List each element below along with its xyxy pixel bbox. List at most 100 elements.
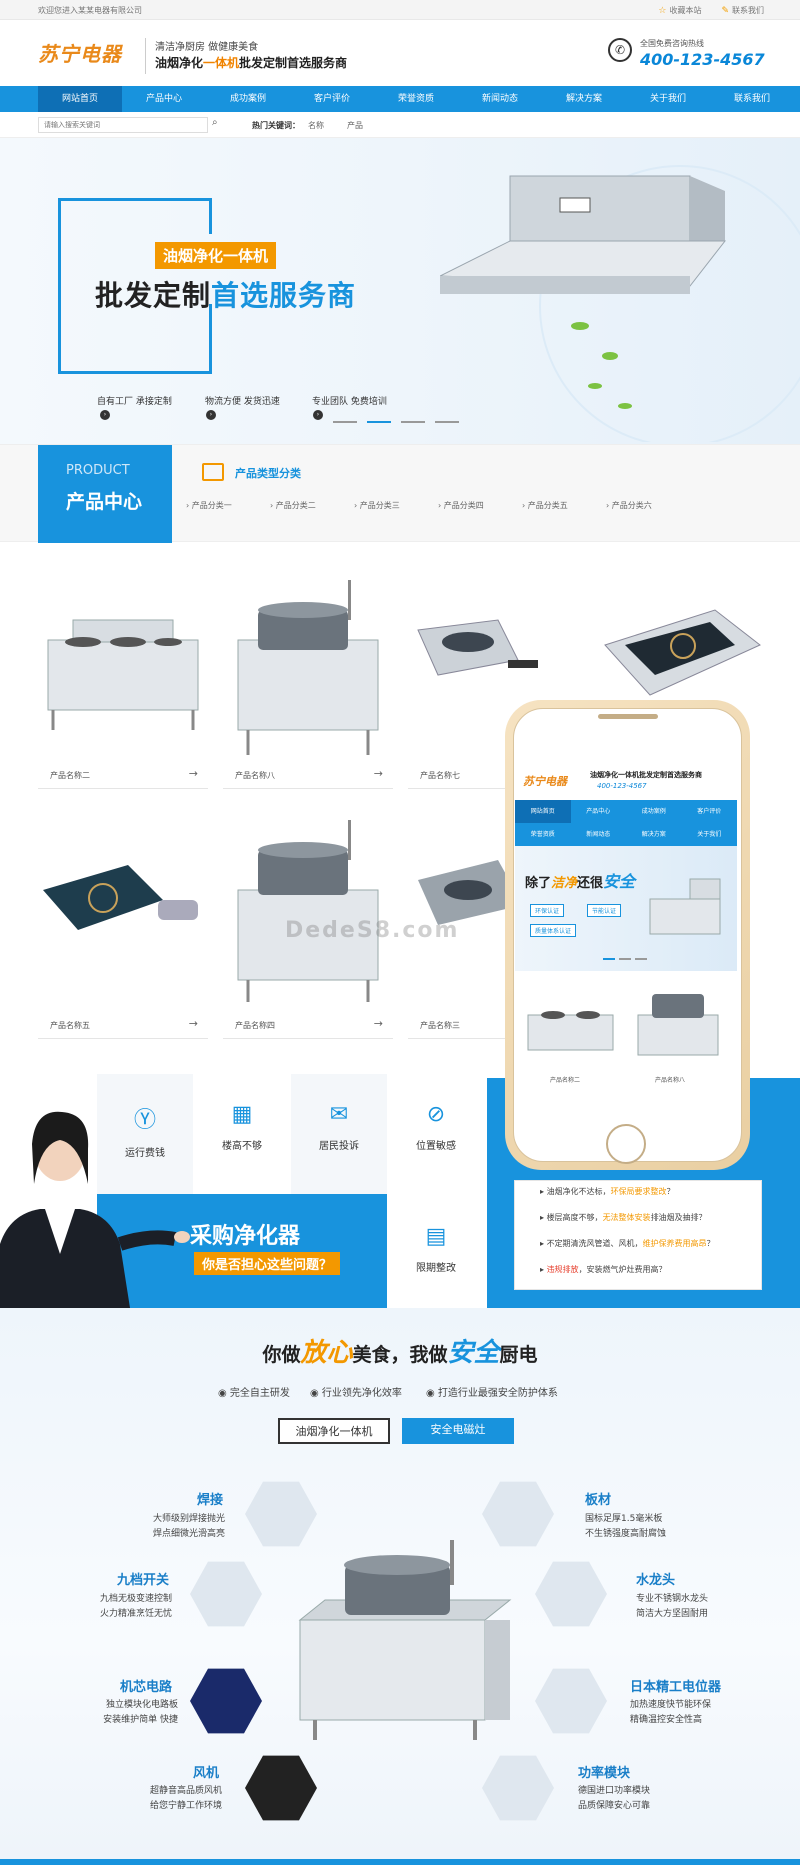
arrow-icon: › [100, 410, 110, 420]
features-subtitle: ◉ 打造行业最强安全防护体系 [426, 1388, 558, 1399]
mobile-logo: 苏宁电器 [523, 775, 567, 788]
nav-home[interactable]: 网站首页 [38, 86, 122, 112]
mobile-nav-item[interactable]: 荣誉资质 [515, 823, 571, 846]
tab-induction[interactable]: 安全电磁灶 [402, 1418, 514, 1444]
mobile-screen: 苏宁电器 油烟净化一体机批发定制首选服务商 400-123-4567 网站首页产… [515, 740, 737, 1125]
product-name: 产品名称四 [235, 1021, 275, 1030]
arrow-right-icon: → [373, 767, 383, 780]
nav-products[interactable]: 产品中心 [122, 86, 206, 112]
hot-keywords-label: 热门关键词： [252, 121, 300, 130]
mobile-nav: 网站首页 产品中心 成功案例 客户评价 荣誉资质 新闻动态 解决方案 关于我们 [515, 800, 737, 846]
slider-dot[interactable] [367, 421, 391, 423]
hotline-label: 全国免费咨询热线 [640, 39, 704, 48]
category-link[interactable]: › 产品分类五 [522, 500, 568, 511]
feature-desc: 国标足厚1.5毫米板 不生锈强度高耐腐蚀 [585, 1514, 667, 1539]
product-center-box[interactable]: PRODUCT 产品中心 [38, 445, 172, 543]
feature-title: 机芯电路 [120, 1680, 173, 1695]
product-name: 产品名称七 [420, 771, 460, 780]
category-icon [202, 463, 224, 481]
feature-title: 九档开关 [117, 1573, 170, 1588]
slider-dot[interactable] [435, 421, 459, 423]
mobile-nav-item[interactable]: 关于我们 [682, 823, 738, 846]
category-link[interactable]: › 产品分类四 [438, 500, 484, 511]
search-input[interactable] [38, 117, 208, 133]
mobile-banner: 除了洁净还很安全 环保认证 节能认证 质量体系认证 [515, 846, 737, 971]
nav-honors[interactable]: 荣誉资质 [374, 86, 458, 112]
mobile-nav-item[interactable]: 网站首页 [515, 800, 571, 823]
product-card[interactable]: 产品名称五 → [38, 810, 208, 1050]
why-item: ▤ 限期整改 [388, 1194, 484, 1308]
tab-purifier[interactable]: 油烟净化一体机 [278, 1418, 390, 1444]
hot-keyword[interactable]: 名称 [308, 120, 324, 131]
feature-desc: 独立模块化电路板 安装维护简单 快捷 [103, 1700, 178, 1725]
feature-desc: 专业不锈钢水龙头 简洁大方坚固耐用 [636, 1594, 709, 1619]
product-card[interactable]: 产品名称二 → [38, 560, 208, 800]
arrow-right-icon: → [188, 1017, 198, 1030]
welcome-text: 欢迎您进入某某电器有限公司 [38, 6, 142, 15]
mobile-nav-item[interactable]: 新闻动态 [571, 823, 627, 846]
product-name: 产品名称五 [50, 1021, 90, 1030]
feature-desc: 超静音高品质风机 给您宁静工作环境 [149, 1786, 222, 1811]
product-image [43, 865, 198, 930]
mobile-product-image [527, 1011, 614, 1051]
arrow-icon: › [313, 410, 323, 420]
mobile-nav-item[interactable]: 产品中心 [571, 800, 627, 823]
question-item: ▸ 楼层高度不够，无法整体安装排油烟及抽排？ [540, 1213, 707, 1222]
banner-title: 批发定制首选服务商 [95, 279, 357, 312]
feature-title: 焊接 [197, 1493, 224, 1508]
mobile-badge: 质量体系认证 [530, 924, 577, 937]
favorite-link[interactable]: ☆ 收藏本站 [658, 5, 701, 16]
slider-dot[interactable] [333, 421, 357, 423]
nav-solutions[interactable]: 解决方案 [542, 86, 626, 112]
feature-title: 功率模块 [578, 1766, 631, 1781]
slider-dot[interactable] [401, 421, 425, 423]
mobile-badge: 节能认证 [587, 904, 622, 917]
mobile-nav-item[interactable]: 客户评价 [682, 800, 738, 823]
why-heading: 采购净化器 [190, 1224, 301, 1249]
clipboard-icon: ▤ [425, 1224, 447, 1249]
search-icon[interactable]: ⌕ [212, 117, 230, 133]
mobile-nav-item[interactable]: 解决方案 [626, 823, 682, 846]
nav-reviews[interactable]: 客户评价 [290, 86, 374, 112]
features-subtitle: ◉ 行业领先净化效率 [310, 1388, 402, 1399]
question-item: ▸ 违规排放，安装燃气炉灶费用高？ [540, 1265, 667, 1274]
phone-speaker [598, 714, 658, 719]
tagline: 清洁净厨房 做健康美食 [155, 42, 259, 53]
arrow-icon: › [206, 410, 216, 420]
category-link[interactable]: › 产品分类六 [606, 500, 652, 511]
feature-title: 板材 [585, 1493, 612, 1508]
nav-about[interactable]: 关于我们 [626, 86, 710, 112]
nav-cases[interactable]: 成功案例 [206, 86, 290, 112]
hot-keyword[interactable]: 产品 [347, 120, 363, 131]
slogan: 油烟净化一体机批发定制首选服务商 [155, 56, 348, 70]
hero-banner: 油烟净化一体机 批发定制首选服务商 自有工厂 承接定制 物流方便 发货迅速 专业… [0, 138, 800, 444]
banner-feature: 自有工厂 承接定制 [97, 397, 172, 407]
mobile-hotline: 400-123-4567 [597, 782, 647, 790]
mail-icon: ✉ [329, 1102, 349, 1127]
feature-title: 日本精工电位器 [630, 1680, 722, 1695]
site-logo[interactable]: 苏宁电器 [38, 38, 122, 67]
category-link[interactable]: › 产品分类一 [186, 500, 232, 511]
mobile-product-name: 产品名称二 [550, 1077, 581, 1084]
feature-desc: 德国进口功率模块 品质保障安心可靠 [578, 1786, 651, 1811]
star-icon: ☆ [658, 5, 667, 16]
mobile-badge: 环保认证 [530, 904, 565, 917]
site-header: 苏宁电器 清洁净厨房 做健康美食 油烟净化一体机批发定制首选服务商 ✆ 全国免费… [0, 20, 800, 86]
banner-feature: 专业团队 免费培训 [312, 397, 387, 407]
feature-product-image [298, 1540, 512, 1740]
nav-contact[interactable]: 联系我们 [710, 86, 794, 112]
question-item: ▸ 不定期清洗风管道、风机，维护保养费用高昂？ [540, 1239, 715, 1248]
arrow-right-icon: → [188, 767, 198, 780]
feature-desc: 九档无极变速控制 火力精准烹饪无忧 [99, 1594, 172, 1619]
category-link[interactable]: › 产品分类二 [270, 500, 316, 511]
bottom-bar [0, 1859, 800, 1865]
contact-link[interactable]: ✎ 联系我们 [721, 5, 764, 16]
home-button [606, 1124, 646, 1164]
mobile-nav-item[interactable]: 成功案例 [626, 800, 682, 823]
compass-icon: ⊘ [426, 1102, 446, 1127]
nav-news[interactable]: 新闻动态 [458, 86, 542, 112]
phone-icon: ✆ [608, 38, 632, 62]
category-link[interactable]: › 产品分类三 [354, 500, 400, 511]
why-question: 你是否担心这些问题？ [194, 1252, 341, 1275]
product-card[interactable]: 产品名称八 → [223, 560, 393, 800]
